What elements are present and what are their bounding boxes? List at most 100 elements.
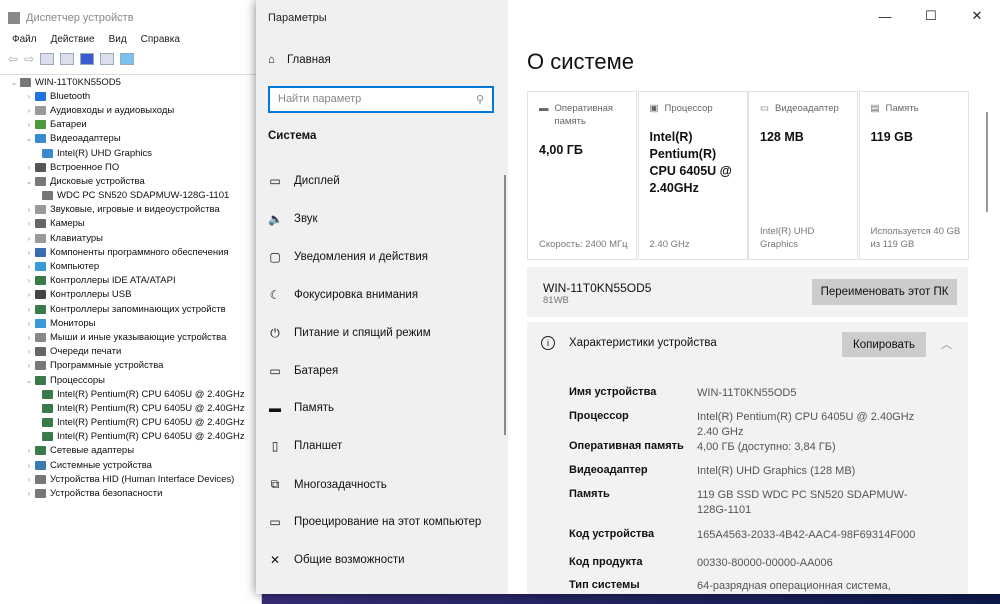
chevron-right-icon[interactable]: ›: [23, 461, 35, 470]
close-button[interactable]: ✕: [954, 0, 1000, 32]
chevron-down-icon[interactable]: ⌄: [23, 177, 35, 186]
tree-item[interactable]: Intel(R) UHD Graphics: [0, 146, 262, 160]
content-scrollbar[interactable]: [986, 112, 988, 212]
spec-row: Код устройства 165A4563-2033-4B42-AAC4-98…: [569, 528, 935, 543]
chevron-right-icon[interactable]: ›: [23, 489, 35, 498]
nav-item[interactable]: ▭ Проецирование на этот компьютер: [268, 515, 481, 529]
chevron-right-icon[interactable]: ›: [23, 361, 35, 370]
tree-item[interactable]: Intel(R) Pentium(R) CPU 6405U @ 2.40GHz: [0, 416, 262, 430]
spec-key: Код продукта: [569, 556, 643, 568]
chevron-right-icon[interactable]: ›: [23, 234, 35, 243]
chevron-right-icon[interactable]: ›: [23, 163, 35, 172]
chevron-right-icon[interactable]: ›: [23, 475, 35, 484]
rename-pc-button[interactable]: Переименовать этот ПК: [812, 279, 957, 305]
tree-item[interactable]: › Сетевые адаптеры: [0, 444, 262, 458]
nav-item[interactable]: ⧉ Многозадачность: [268, 477, 387, 492]
tree-item[interactable]: › Устройства безопасности: [0, 486, 262, 500]
tree-item[interactable]: › Контроллеры запоминающих устройств: [0, 302, 262, 316]
nav-item[interactable]: 🔈 Звук: [268, 212, 318, 226]
tree-item[interactable]: › Очереди печати: [0, 345, 262, 359]
specs-header[interactable]: i Характеристики устройства: [541, 336, 717, 350]
spec-value[interactable]: 165A4563-2033-4B42-AAC4-98F69314F000: [697, 528, 935, 543]
tree-item[interactable]: › Компоненты программного обеспечения: [0, 245, 262, 259]
chevron-down-icon[interactable]: ⌄: [8, 78, 20, 87]
scan-hardware-icon[interactable]: [120, 53, 135, 65]
tree-item[interactable]: › Компьютер: [0, 259, 262, 273]
tree-item[interactable]: › Мыши и иные указывающие устройства: [0, 330, 262, 344]
minimize-button[interactable]: —: [862, 0, 908, 32]
nav-item[interactable]: ▯ Планшет: [268, 439, 343, 453]
menu-file[interactable]: Файл: [12, 34, 37, 45]
chevron-right-icon[interactable]: ›: [23, 92, 35, 101]
menu-help[interactable]: Справка: [141, 34, 180, 45]
spec-value[interactable]: WIN-11T0KN55OD5: [697, 386, 935, 401]
back-icon[interactable]: ⇦: [8, 52, 18, 66]
help-icon[interactable]: [80, 53, 95, 65]
tree-item[interactable]: ⌄ Видеоадаптеры: [0, 132, 262, 146]
nav-item[interactable]: ⏻ Питание и спящий режим: [268, 325, 430, 341]
chevron-right-icon[interactable]: ›: [23, 319, 35, 328]
nav-item[interactable]: ▭ Батарея: [268, 364, 338, 378]
search-input[interactable]: Найти параметр ⚲: [268, 86, 494, 113]
tree-item[interactable]: › Клавиатуры: [0, 231, 262, 245]
tree-item[interactable]: › Устройства HID (Human Interface Devices…: [0, 472, 262, 486]
chevron-right-icon[interactable]: ›: [23, 205, 35, 214]
tree-item[interactable]: › Звуковые, игровые и видеоустройства: [0, 203, 262, 217]
spec-value[interactable]: Intel(R) UHD Graphics (128 MB): [697, 464, 935, 479]
chevron-down-icon[interactable]: ⌄: [23, 376, 35, 385]
tree-item[interactable]: › Встроенное ПО: [0, 160, 262, 174]
nav-item[interactable]: ✕ Общие возможности: [268, 553, 405, 567]
nav-item[interactable]: ▢ Уведомления и действия: [268, 250, 428, 264]
chevron-right-icon[interactable]: ›: [23, 446, 35, 455]
tree-item[interactable]: › Контроллеры USB: [0, 288, 262, 302]
chevron-right-icon[interactable]: ›: [23, 305, 35, 314]
forward-icon[interactable]: ⇨: [24, 52, 34, 66]
spec-value[interactable]: 4,00 ГБ (доступно: 3,84 ГБ): [697, 440, 935, 455]
spec-value[interactable]: 119 GB SSD WDC PC SN520 SDAPMUW-128G-110…: [697, 488, 935, 518]
chevron-right-icon[interactable]: ›: [23, 290, 35, 299]
maximize-button[interactable]: ☐: [908, 0, 954, 32]
chevron-right-icon[interactable]: ›: [23, 333, 35, 342]
chevron-right-icon[interactable]: ›: [23, 347, 35, 356]
chevron-right-icon[interactable]: ›: [23, 219, 35, 228]
nav-item[interactable]: ▭ Дисплей: [268, 174, 339, 188]
nav-item-icon: ⏻: [270, 325, 280, 340]
tree-item[interactable]: › Аудиовходы и аудиовыходы: [0, 103, 262, 117]
menu-action[interactable]: Действие: [51, 34, 95, 45]
tree-item[interactable]: ⌄ Дисковые устройства: [0, 174, 262, 188]
menu-view[interactable]: Вид: [109, 34, 127, 45]
spec-value[interactable]: 00330-80000-00000-AA006: [697, 556, 935, 571]
properties-icon[interactable]: [40, 53, 55, 65]
tree-item[interactable]: WDC PC SN520 SDAPMUW-128G-1101: [0, 189, 262, 203]
spec-value[interactable]: Intel(R) Pentium(R) CPU 6405U @ 2.40GHz …: [697, 410, 935, 440]
chevron-right-icon[interactable]: ›: [23, 106, 35, 115]
tree-item[interactable]: › Системные устройства: [0, 458, 262, 472]
chevron-right-icon[interactable]: ›: [23, 262, 35, 271]
chevron-down-icon[interactable]: ⌄: [23, 134, 35, 143]
update-driver-icon[interactable]: [60, 53, 75, 65]
spec-value[interactable]: 64-разрядная операционная система,: [697, 579, 935, 594]
nav-item[interactable]: ☾ Фокусировка внимания: [268, 288, 418, 302]
copy-button[interactable]: Копировать: [842, 332, 926, 357]
nav-item-label: Фокусировка внимания: [294, 288, 419, 301]
tree-item[interactable]: › Мониторы: [0, 316, 262, 330]
show-hidden-icon[interactable]: [100, 53, 115, 65]
chevron-right-icon[interactable]: ›: [23, 120, 35, 129]
nav-scrollbar[interactable]: [504, 175, 506, 435]
tree-item[interactable]: › Батареи: [0, 118, 262, 132]
tree-item[interactable]: › Программные устройства: [0, 359, 262, 373]
device-icon: [35, 134, 46, 144]
tree-item[interactable]: › Контроллеры IDE ATA/ATAPI: [0, 274, 262, 288]
nav-item[interactable]: ▬ Память: [268, 401, 334, 415]
tree-item[interactable]: › Bluetooth: [0, 89, 262, 103]
tree-item[interactable]: Intel(R) Pentium(R) CPU 6405U @ 2.40GHz: [0, 387, 262, 401]
chevron-up-icon[interactable]: ︿: [941, 336, 952, 352]
chevron-right-icon[interactable]: ›: [23, 276, 35, 285]
tree-item[interactable]: Intel(R) Pentium(R) CPU 6405U @ 2.40GHz: [0, 430, 262, 444]
tree-item[interactable]: ⌄ WIN-11T0KN55OD5: [0, 75, 262, 89]
nav-home[interactable]: ⌂ Главная: [268, 54, 331, 66]
tree-item[interactable]: › Камеры: [0, 217, 262, 231]
tree-item[interactable]: ⌄ Процессоры: [0, 373, 262, 387]
chevron-right-icon[interactable]: ›: [23, 248, 35, 257]
tree-item[interactable]: Intel(R) Pentium(R) CPU 6405U @ 2.40GHz: [0, 401, 262, 415]
